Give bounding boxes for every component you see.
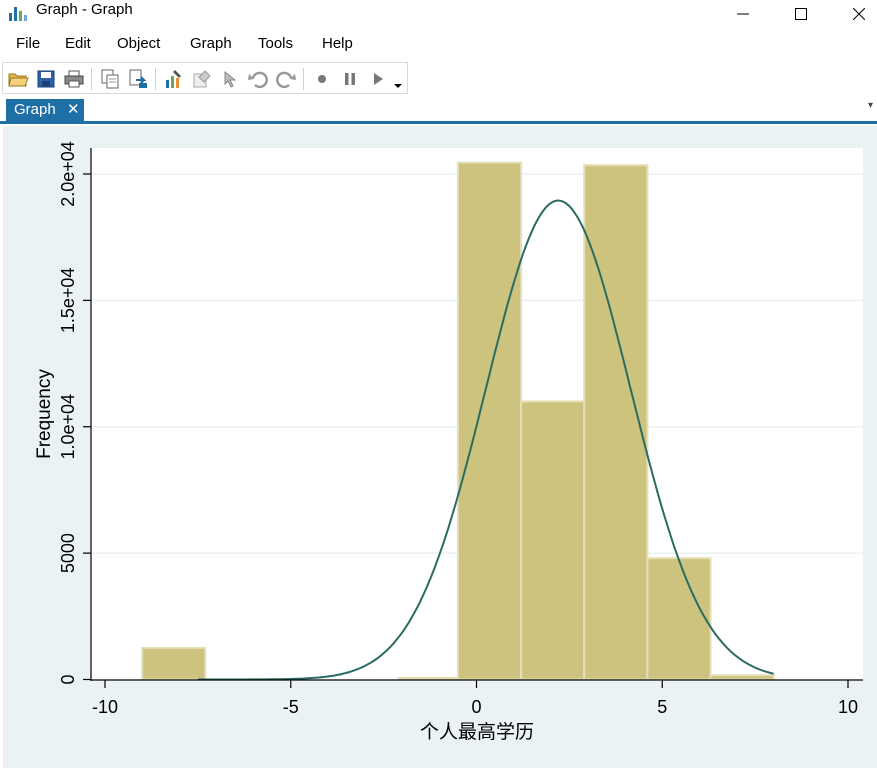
toolbar-separator	[155, 68, 156, 90]
maximize-button[interactable]	[778, 0, 824, 28]
minimize-button[interactable]	[720, 0, 766, 28]
menu-edit[interactable]: Edit	[65, 35, 91, 53]
x-tick-label: 10	[838, 697, 858, 717]
open-icon[interactable]	[7, 68, 29, 90]
x-tick-label: -10	[92, 697, 118, 717]
play-icon[interactable]	[367, 68, 389, 90]
histogram-bar	[397, 676, 459, 681]
histogram-bar	[583, 164, 649, 681]
histogram-bar	[646, 557, 712, 681]
tab-strip: Graph ✕ ▾	[0, 96, 877, 124]
y-tick-label: 1.0e+04	[58, 394, 78, 460]
save-icon[interactable]	[35, 68, 57, 90]
y-axis-title: Frequency	[34, 369, 55, 459]
toolbar	[2, 62, 408, 94]
histogram-chart: 0 5000 1.0e+04 1.5e+04 2.0e+04 -10 -5 0 5 10 Fre…	[34, 141, 863, 743]
copy-to-doc-icon[interactable]	[127, 68, 149, 90]
y-tick-label: 0	[58, 674, 78, 684]
toolbar-separator	[91, 68, 92, 90]
tab-close-icon[interactable]: ✕	[67, 99, 80, 121]
x-tick-label: 5	[657, 697, 667, 717]
record-icon[interactable]	[311, 68, 333, 90]
histogram-bar	[141, 646, 207, 681]
y-tick-label: 5000	[58, 533, 78, 573]
tab-list-chevron-icon[interactable]: ▾	[868, 100, 873, 111]
maximize-icon	[795, 8, 807, 20]
copy-icon[interactable]	[99, 68, 121, 90]
window-title: Graph - Graph	[36, 1, 133, 18]
x-axis-title: 个人最高学历	[420, 721, 534, 743]
close-button[interactable]	[836, 0, 877, 28]
dropdown-icon[interactable]	[391, 68, 405, 90]
menu-bar: File Edit Object Graph Tools Help	[0, 30, 877, 58]
print-icon[interactable]	[63, 68, 85, 90]
app-graph-icon	[9, 7, 27, 21]
x-tick-label: 0	[471, 697, 481, 717]
graph-editor-icon[interactable]	[163, 68, 185, 90]
x-tick-label: -5	[283, 697, 299, 717]
toolbar-separator	[303, 68, 304, 90]
undo-icon[interactable]	[247, 68, 269, 90]
menu-graph[interactable]: Graph	[190, 35, 232, 53]
menu-tools[interactable]: Tools	[258, 35, 293, 53]
redo-icon[interactable]	[275, 68, 297, 90]
histogram-bar	[456, 161, 523, 681]
menu-help[interactable]: Help	[322, 35, 353, 53]
title-bar: Graph - Graph	[0, 0, 877, 28]
rename-icon[interactable]	[191, 68, 213, 90]
minimize-icon	[737, 13, 749, 15]
menu-object[interactable]: Object	[117, 35, 160, 53]
tab-label: Graph	[14, 101, 56, 118]
pointer-icon[interactable]	[219, 68, 241, 90]
y-tick-label: 1.5e+04	[58, 268, 78, 334]
menu-file[interactable]: File	[16, 35, 40, 53]
histogram-bar	[520, 400, 586, 681]
histogram-bar	[709, 674, 775, 681]
tab-graph[interactable]: Graph ✕	[6, 99, 84, 121]
pause-icon[interactable]	[339, 68, 361, 90]
close-icon	[853, 8, 865, 20]
graph-window: 0 5000 1.0e+04 1.5e+04 2.0e+04 -10 -5 0 5 10 Fre…	[3, 126, 877, 768]
y-tick-label: 2.0e+04	[58, 141, 78, 207]
